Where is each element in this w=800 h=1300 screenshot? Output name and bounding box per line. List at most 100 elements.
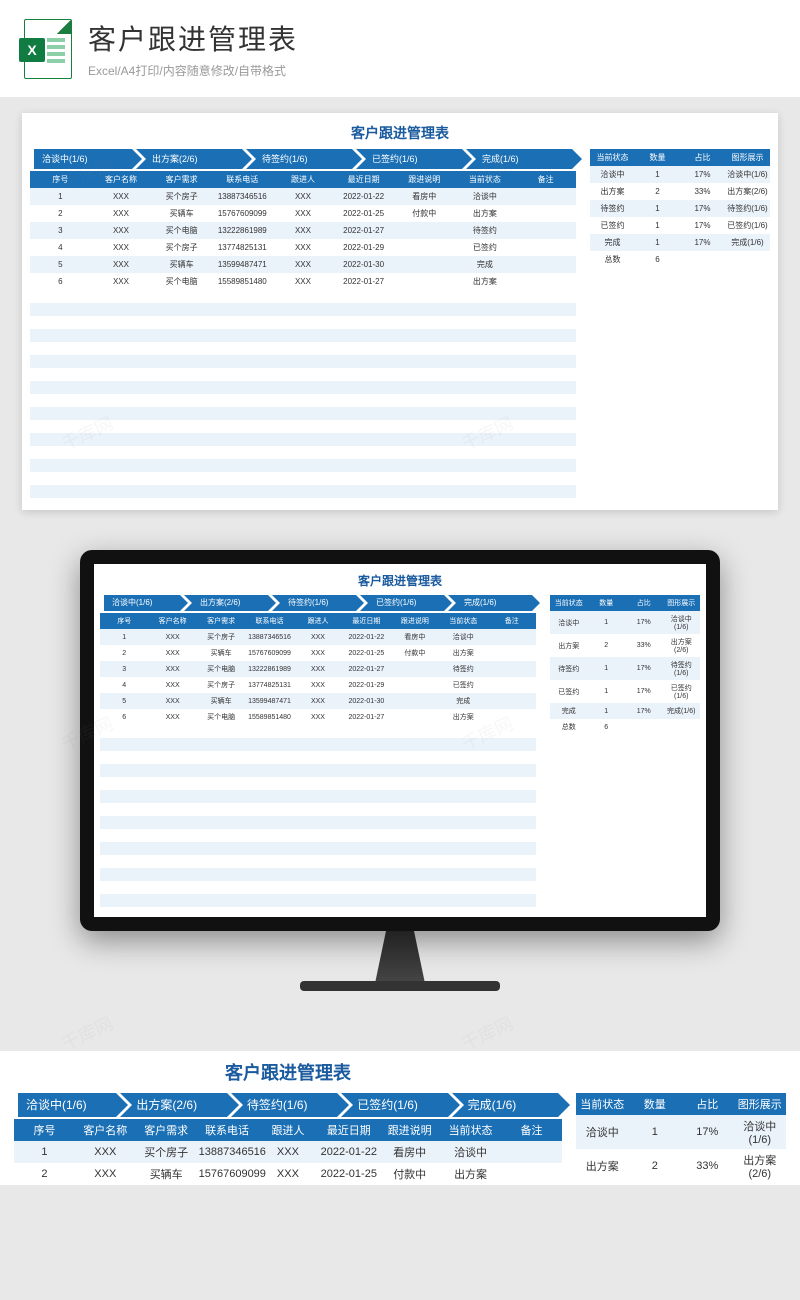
table-cell: 2 [588, 634, 626, 657]
table-cell: 2 [100, 645, 148, 661]
column-header: 客户需求 [151, 171, 212, 188]
stage-chevron: 已签约(1/6) [341, 1093, 447, 1117]
page-title: 客户跟进管理表 [88, 18, 298, 58]
column-header: 数量 [635, 149, 680, 166]
table-cell: 已签约(1/6) [725, 217, 770, 234]
excel-icon-lines [47, 38, 65, 66]
table-cell: 待签约 [455, 222, 516, 239]
column-header: 联系电话 [245, 613, 293, 629]
table-cell: 买个房子 [151, 239, 212, 256]
table-cell: 已签约 [590, 217, 635, 234]
table-cell: 1 [588, 611, 626, 634]
table-cell: XXX [91, 256, 152, 273]
column-header: 跟进说明 [379, 1119, 440, 1141]
table-cell [391, 661, 439, 677]
table-cell: 出方案 [439, 645, 487, 661]
table-row: 出方案233%出方案(2/6) [590, 183, 770, 200]
table-cell: 15767609099 [245, 645, 293, 661]
table-cell: 洽谈中 [576, 1115, 629, 1149]
table-cell: 17% [625, 657, 663, 680]
table-cell: 1 [629, 1115, 682, 1149]
table-row: 1XXX买个房子13887346516XXX2022-01-22看房中洽谈中 [100, 629, 536, 645]
table-cell [515, 205, 576, 222]
table-cell: 1 [588, 657, 626, 680]
table-cell: 出方案(2/6) [663, 634, 701, 657]
table-cell: 1 [588, 680, 626, 703]
table-cell: 总数 [590, 251, 635, 268]
table-cell [488, 629, 537, 645]
column-header: 当前状态 [440, 1119, 501, 1141]
table-row: 已签约117%已签约(1/6) [590, 217, 770, 234]
column-header: 当前状态 [455, 171, 516, 188]
table-row: 2XXX买辆车15767609099XXX2022-01-25付款中出方案 [30, 205, 576, 222]
table-cell [515, 239, 576, 256]
table-cell: XXX [294, 693, 342, 709]
table-cell [501, 1141, 562, 1163]
table-cell: XXX [294, 645, 342, 661]
summary-table: 当前状态数量占比图形展示 洽谈中117%洽谈中(1/6)出方案233%出方案(2… [550, 595, 700, 735]
sheet-title: 客户跟进管理表 [100, 572, 700, 589]
table-row: 2XXX买辆车15767609099XXX2022-01-25付款中出方案 [14, 1163, 562, 1185]
column-header: 当前状态 [576, 1093, 629, 1115]
table-cell: 出方案(2/6) [725, 183, 770, 200]
table-cell: 2022-01-25 [333, 205, 394, 222]
table-cell: 17% [625, 680, 663, 703]
table-cell: 完成(1/6) [663, 703, 701, 719]
column-header: 最近日期 [342, 613, 390, 629]
table-cell [725, 251, 770, 268]
table-cell: 已签约(1/6) [663, 680, 701, 703]
table-cell [394, 273, 455, 290]
table-cell: 付款中 [391, 645, 439, 661]
table-cell: 洽谈中 [439, 629, 487, 645]
table-cell: XXX [148, 709, 196, 725]
table-cell: XXX [294, 629, 342, 645]
table-cell [515, 222, 576, 239]
table-cell: XXX [91, 205, 152, 222]
table-cell: 洽谈中(1/6) [663, 611, 701, 634]
table-cell: XXX [148, 661, 196, 677]
table-cell: 15767609099 [197, 1163, 258, 1185]
table-cell: 出方案 [439, 709, 487, 725]
table-cell [515, 188, 576, 205]
stage-chevrons: 洽谈中(1/6) 出方案(2/6) 待签约(1/6) 已签约(1/6) 完成(1… [100, 595, 536, 611]
table-cell: 出方案 [590, 183, 635, 200]
column-header: 序号 [30, 171, 91, 188]
stage-chevron: 出方案(2/6) [136, 149, 242, 169]
table-cell: 买个电脑 [151, 273, 212, 290]
table-cell: 3 [100, 661, 148, 677]
table-cell: 13599487471 [245, 693, 293, 709]
table-cell: 待签约 [439, 661, 487, 677]
table-cell: 2022-01-22 [342, 629, 390, 645]
table-cell: XXX [91, 222, 152, 239]
stage-chevron: 已签约(1/6) [360, 595, 444, 611]
table-cell: 33% [681, 1149, 734, 1183]
table-row: 完成117%完成(1/6) [550, 703, 700, 719]
column-header: 最近日期 [318, 1119, 379, 1141]
table-row: 5XXX买辆车13599487471XXX2022-01-30完成 [30, 256, 576, 273]
table-cell: XXX [273, 205, 334, 222]
watermark-text: 千库网 [457, 1010, 517, 1056]
column-header: 跟进人 [273, 171, 334, 188]
watermark-text: 千库网 [57, 1010, 117, 1056]
excel-file-icon: X [24, 19, 72, 79]
table-cell: 出方案 [576, 1149, 629, 1183]
bottom-cropped-preview: 客户跟进管理表 洽谈中(1/6) 出方案(2/6) 待签约(1/6) 已签约(1… [0, 1051, 800, 1185]
table-cell: XXX [258, 1163, 319, 1185]
table-cell [391, 693, 439, 709]
column-header: 客户需求 [197, 613, 245, 629]
table-cell: 1 [100, 629, 148, 645]
table-cell: 买个房子 [197, 677, 245, 693]
stage-chevron: 待签约(1/6) [246, 149, 352, 169]
table-cell: XXX [273, 273, 334, 290]
table-cell: 2022-01-27 [342, 709, 390, 725]
table-cell: 17% [680, 234, 725, 251]
table-cell: 买个电脑 [197, 661, 245, 677]
table-row: 总数6 [590, 251, 770, 268]
table-cell [488, 677, 537, 693]
table-cell: 买辆车 [151, 256, 212, 273]
table-cell: XXX [273, 239, 334, 256]
table-cell: XXX [91, 188, 152, 205]
table-cell: 看房中 [379, 1141, 440, 1163]
main-table-header-row: 序号客户名称客户需求联系电话跟进人最近日期跟进说明当前状态备注 [30, 171, 576, 188]
table-cell: 1 [635, 200, 680, 217]
